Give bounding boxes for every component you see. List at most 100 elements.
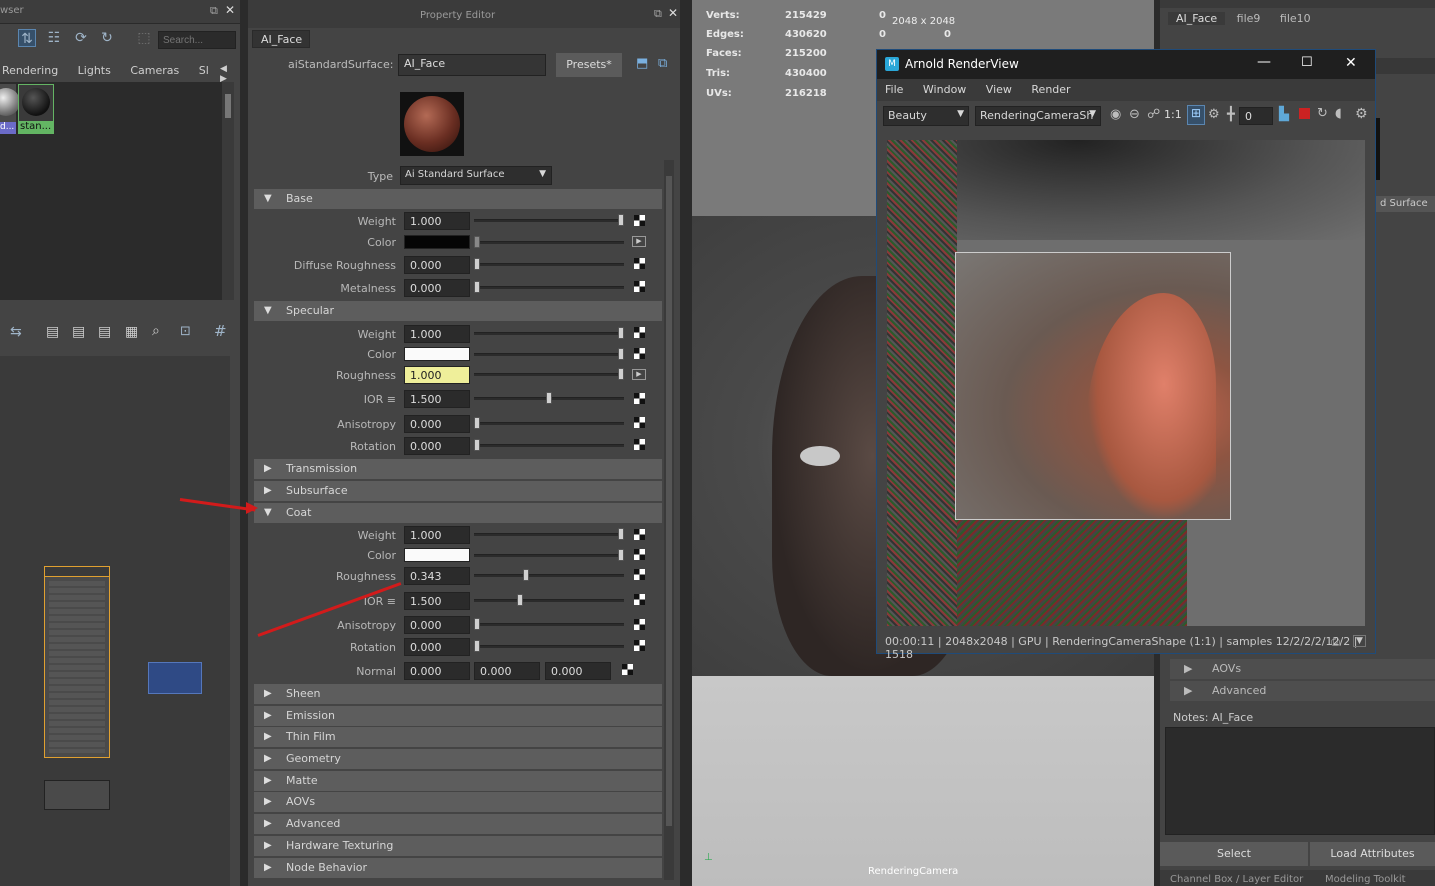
menu-render[interactable]: Render xyxy=(1023,79,1078,100)
browser-scroll-thumb[interactable] xyxy=(225,94,231,118)
section-matte[interactable]: ▶ Matte xyxy=(254,771,662,791)
exposure-field[interactable]: 0 xyxy=(1239,107,1273,125)
spec-rotation-slider[interactable] xyxy=(474,439,624,451)
graph-layout-icon[interactable]: ⇆ xyxy=(10,324,22,340)
render-region[interactable] xyxy=(955,252,1231,521)
ae-section-aovs[interactable]: ▶ AOVs xyxy=(1170,659,1435,679)
base-weight-slider[interactable] xyxy=(474,214,624,226)
pe-close-icon[interactable]: ✕ xyxy=(668,6,678,20)
graph-node-standard[interactable] xyxy=(148,662,202,694)
slider-knob[interactable] xyxy=(474,236,480,248)
coat-weight-field[interactable]: 1.000 xyxy=(404,526,470,544)
spec-ior-slider[interactable] xyxy=(474,392,624,404)
ae-tab-aiface[interactable]: AI_Face xyxy=(1168,12,1226,25)
section-sheen[interactable]: ▶ Sheen xyxy=(254,684,662,704)
base-color-swatch[interactable] xyxy=(404,235,470,249)
tab-modeling-toolkit[interactable]: Modeling Toolkit xyxy=(1325,874,1406,885)
connected-map-icon[interactable]: ▶ xyxy=(632,236,646,247)
slider-knob[interactable] xyxy=(618,528,624,540)
close-icon[interactable]: ✕ xyxy=(225,3,235,17)
coat-normal-y-field[interactable]: 0.000 xyxy=(474,662,540,680)
map-button-icon[interactable] xyxy=(634,549,645,560)
slider-knob[interactable] xyxy=(517,594,523,606)
slider-knob[interactable] xyxy=(474,618,480,630)
graph-grid-icon[interactable]: # xyxy=(214,322,227,340)
coat-anisotropy-slider[interactable] xyxy=(474,618,624,630)
color-icon[interactable]: ☍ xyxy=(1147,107,1160,122)
map-button-icon[interactable] xyxy=(634,594,645,605)
menu-file[interactable]: File xyxy=(877,79,911,100)
presets-button[interactable]: Presets* xyxy=(556,53,622,77)
map-button-icon[interactable] xyxy=(634,348,645,359)
copy-tab-icon[interactable]: ⧉ xyxy=(658,56,667,71)
notes-textarea[interactable] xyxy=(1165,727,1435,835)
graph-node-standard-sg[interactable] xyxy=(44,780,110,810)
pe-float-icon[interactable]: ⧉ xyxy=(654,7,662,21)
section-transmission[interactable]: ▶ Transmission xyxy=(254,459,662,479)
coat-weight-slider[interactable] xyxy=(474,528,624,540)
tab-lights[interactable]: Lights xyxy=(70,64,119,77)
ae-tab-file10[interactable]: file10 xyxy=(1272,12,1319,25)
coat-color-swatch[interactable] xyxy=(404,548,470,562)
section-base[interactable]: ▼ Base xyxy=(254,189,662,209)
camera-snapshot-icon[interactable]: ⎙ xyxy=(1331,635,1340,649)
slider-knob[interactable] xyxy=(546,392,552,404)
spec-roughness-slider[interactable] xyxy=(474,368,624,380)
pe-node-tab[interactable]: AI_Face xyxy=(252,30,310,48)
exposure-icon[interactable]: ╋ xyxy=(1227,107,1235,122)
graph-frame-icon[interactable]: ⊡ xyxy=(180,324,191,339)
spec-rotation-field[interactable]: 0.000 xyxy=(404,437,470,455)
tab-rendering[interactable]: Rendering xyxy=(0,64,66,77)
node-graph[interactable] xyxy=(0,356,230,886)
coat-ior-field[interactable]: 1.500 xyxy=(404,592,470,610)
browser-search-input[interactable] xyxy=(158,31,236,49)
camera-dropdown[interactable]: RenderingCameraSh ▼ xyxy=(975,106,1101,126)
ratio-label[interactable]: 1:1 xyxy=(1164,108,1182,121)
map-button-icon[interactable] xyxy=(634,281,645,292)
spec-color-slider[interactable] xyxy=(474,348,624,360)
spec-anisotropy-slider[interactable] xyxy=(474,417,624,429)
snapshot-icon[interactable]: ▙ xyxy=(1279,107,1289,122)
section-thin-film[interactable]: ▶ Thin Film xyxy=(254,727,662,747)
spec-weight-field[interactable]: 1.000 xyxy=(404,325,470,343)
spec-anisotropy-field[interactable]: 0.000 xyxy=(404,415,470,433)
spec-color-swatch[interactable] xyxy=(404,347,470,361)
display-icon[interactable]: ◉ xyxy=(1110,107,1121,122)
graph-search-icon[interactable]: ⌕ xyxy=(152,323,160,339)
show-node-icon[interactable]: ⬒ xyxy=(636,56,648,71)
channels-icon[interactable]: ⊖ xyxy=(1129,107,1140,122)
material-thumb-standard[interactable]: stan... xyxy=(18,84,54,134)
section-aovs[interactable]: ▶ AOVs xyxy=(254,792,662,812)
tab-cameras[interactable]: Cameras xyxy=(122,64,187,77)
coat-color-slider[interactable] xyxy=(474,549,624,561)
section-specular[interactable]: ▼ Specular xyxy=(254,301,662,321)
render-canvas[interactable] xyxy=(887,140,1365,626)
slider-knob[interactable] xyxy=(618,327,624,339)
sort-type-icon[interactable]: ☷ xyxy=(45,29,63,47)
graph-view4-icon[interactable]: ▦ xyxy=(125,324,138,340)
ae-section-advanced[interactable]: ▶ Advanced xyxy=(1170,681,1435,701)
diffuse-roughness-field[interactable]: 0.000 xyxy=(404,256,470,274)
slider-knob[interactable] xyxy=(474,640,480,652)
graph-view1-icon[interactable]: ▤ xyxy=(46,324,59,340)
tab-channel-box[interactable]: Channel Box / Layer Editor xyxy=(1170,874,1303,885)
map-button-icon[interactable] xyxy=(634,417,645,428)
sort-time-icon[interactable]: ⟳ xyxy=(72,29,90,47)
viewport-neck[interactable]: ⊥ RenderingCamera xyxy=(692,676,1154,886)
slider-knob[interactable] xyxy=(474,258,480,270)
map-button-icon[interactable] xyxy=(634,327,645,338)
slider-knob[interactable] xyxy=(618,549,624,561)
graph-view2-icon[interactable]: ▤ xyxy=(72,324,85,340)
section-subsurface[interactable]: ▶ Subsurface xyxy=(254,481,662,501)
map-button-icon[interactable] xyxy=(634,569,645,580)
map-button-icon[interactable] xyxy=(634,258,645,269)
slider-knob[interactable] xyxy=(474,281,480,293)
refresh-icon[interactable]: ↻ xyxy=(98,29,116,47)
browser-scrollbar[interactable] xyxy=(222,82,234,300)
slider-knob[interactable] xyxy=(523,569,529,581)
select-button[interactable]: Select xyxy=(1160,842,1308,866)
sort-alpha-icon[interactable]: ⇅ xyxy=(18,29,36,47)
map-button-icon[interactable] xyxy=(634,393,645,404)
aov-dropdown[interactable]: Beauty ▼ xyxy=(883,106,969,126)
spec-ior-field[interactable]: 1.500 xyxy=(404,390,470,408)
